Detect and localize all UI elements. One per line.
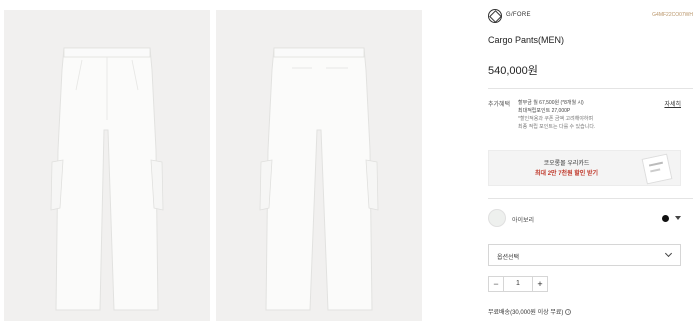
selected-color-dot-icon[interactable] <box>662 215 669 222</box>
color-option-row[interactable]: 아이보리 <box>488 209 681 229</box>
option-select[interactable]: 옵션선택 <box>488 244 681 266</box>
coupon-discount: 최대 2만 7천원 할인 받기 <box>534 171 599 177</box>
points-note-1: *할인적용과 쿠폰 금액 고려해야하며 <box>518 116 594 122</box>
product-title: Cargo Pants(MEN) <box>488 35 565 45</box>
installment-text: 할부금 월 67,500원 (*8개월 시) <box>518 100 584 106</box>
product-info-panel: G/FORE G4MF22CO07WH Cargo Pants(MEN) 540… <box>488 0 693 325</box>
caret-down-icon[interactable] <box>675 216 681 220</box>
pants-back-illustration <box>259 47 379 311</box>
product-price: 540,000원 <box>488 65 538 77</box>
divider <box>488 88 693 89</box>
divider <box>488 198 693 199</box>
product-image-front[interactable] <box>4 10 210 321</box>
coupon-card-icon <box>641 153 673 185</box>
brand-name[interactable]: G/FORE <box>506 12 531 18</box>
max-points-text: 최대적립포인트 27,000P <box>518 108 571 114</box>
shipping-text: 무료배송(30,000원 이상 무료) <box>488 310 564 316</box>
quantity-value[interactable]: 1 <box>504 276 532 292</box>
card-coupon-banner[interactable]: 코오롱몰 우리카드 최대 2만 7천원 할인 받기 <box>488 150 681 186</box>
brand-row: G/FORE G4MF22CO07WH <box>488 9 693 25</box>
product-image-back[interactable] <box>216 10 422 321</box>
option-select-label: 옵션선택 <box>497 255 520 261</box>
benefit-detail-link[interactable]: 자세히 <box>664 99 681 108</box>
chevron-down-icon <box>664 249 673 258</box>
brand-logo-icon[interactable] <box>488 9 502 23</box>
points-note-2: 최종 적립 포인트는 다를 수 있습니다. <box>518 124 596 130</box>
info-icon[interactable]: i <box>565 309 572 316</box>
benefit-label: 추가혜택 <box>488 102 511 108</box>
color-swatch[interactable] <box>488 209 506 227</box>
quantity-increase-button[interactable]: + <box>532 276 548 292</box>
color-name: 아이보리 <box>512 218 535 224</box>
shipping-info: 무료배송(30,000원 이상 무료) i <box>488 307 572 316</box>
product-code: G4MF22CO07WH <box>652 12 693 18</box>
coupon-title: 코오롱몰 우리카드 <box>543 161 590 167</box>
pants-front-illustration <box>50 47 164 311</box>
benefit-details: 할부금 월 67,500원 (*8개월 시) 최대적립포인트 27,000P *… <box>518 99 658 131</box>
quantity-decrease-button[interactable]: − <box>488 276 504 292</box>
